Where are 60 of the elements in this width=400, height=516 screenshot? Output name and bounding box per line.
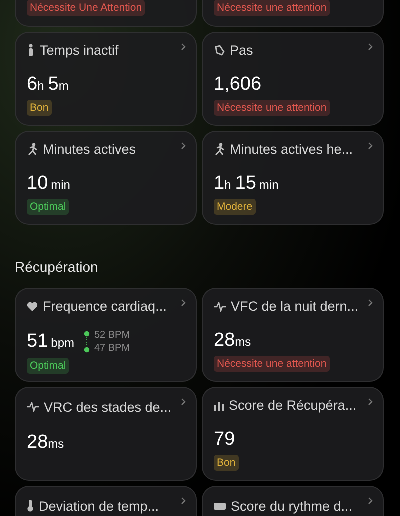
status-badge: Nécessite une attention: [214, 356, 330, 372]
metric-value: 10 min: [27, 173, 70, 195]
metric-card[interactable]: Minutes actives 10 min Optimal: [15, 131, 197, 225]
metric-card[interactable]: Temps inactif 6h 5m Bon: [15, 32, 197, 126]
heart-icon: [27, 302, 38, 312]
metric-card[interactable]: VRC des stades de... 28ms: [15, 387, 197, 481]
metric-title: Frequence cardiaq...: [43, 299, 167, 314]
metric-card[interactable]: Score de Récupéra... 79 Bon: [202, 387, 384, 481]
metric-title: Minutes actives: [43, 142, 136, 157]
metric-card[interactable]: Pas 1,606 Nécessite une attention: [202, 32, 384, 126]
metric-title: Score de Récupéra...: [229, 398, 357, 413]
status-badge: Bon: [27, 100, 52, 116]
metric-value: 79: [214, 429, 236, 451]
metric-card[interactable]: Nécessite Une Attention: [15, 0, 197, 27]
metric-value: 28ms: [214, 330, 252, 352]
pulse-icon: [27, 402, 39, 412]
range-dots-icon: [84, 331, 90, 353]
chevron-icon: [181, 299, 186, 307]
metric-card[interactable]: Frequence cardiaq... 51 bpm 52 BPM 47 BPM Optimal: [15, 288, 197, 382]
range-value: 52 BPM: [94, 330, 130, 341]
thermometer-icon: [27, 500, 34, 512]
metric-card[interactable]: Minutes actives he... 1h 15 min Modere: [202, 131, 384, 225]
chevron-icon: [368, 43, 373, 51]
metric-title: Minutes actives he...: [230, 142, 354, 157]
chevron-icon: [181, 43, 186, 51]
running-figure-icon: [214, 143, 225, 156]
metric-card[interactable]: Score du rythme d...: [202, 486, 384, 516]
status-badge: Optimal: [27, 199, 70, 215]
metric-card[interactable]: Deviation de temp...: [15, 486, 197, 516]
chevron-icon: [368, 142, 373, 150]
status-badge: Optimal: [27, 358, 70, 374]
chevron-icon: [368, 497, 373, 505]
metric-title: VFC de la nuit dern...: [231, 299, 359, 314]
running-figure-icon: [27, 143, 38, 156]
metric-card[interactable]: Nécessite une attention: [202, 0, 384, 27]
metric-value: 28ms: [27, 432, 64, 454]
metric-value: 1,606: [214, 74, 262, 96]
metric-value: 51 bpm: [27, 331, 74, 353]
range-value: 47 BPM: [94, 343, 130, 354]
metric-title: Score du rythme d...: [231, 498, 353, 514]
chevron-icon: [368, 398, 373, 406]
metric-title: Pas: [230, 43, 254, 58]
status-badge: Nécessite une attention: [214, 100, 330, 116]
bar-chart-icon: [214, 400, 224, 410]
metric-title: VRC des stades de...: [44, 400, 172, 414]
chevron-icon: [368, 299, 373, 307]
metric-title: Deviation de temp...: [39, 498, 160, 514]
chevron-icon: [181, 398, 186, 406]
status-badge: Bon: [214, 455, 239, 471]
status-badge: Nécessite une attention: [214, 0, 330, 16]
metric-value: 1h 15 min: [214, 173, 279, 195]
chevron-icon: [181, 497, 186, 505]
status-badge: Nécessite Une Attention: [27, 0, 146, 16]
metric-value: 6h 5m: [27, 74, 69, 96]
status-badge: Modere: [214, 199, 256, 215]
metric-card[interactable]: VFC de la nuit dern... 28ms Nécessite une attention: [202, 288, 384, 382]
pulse-icon: [214, 302, 226, 312]
metric-title: Temps inactif: [40, 43, 119, 58]
chevron-icon: [181, 142, 186, 150]
section-title: Récupération: [15, 259, 100, 275]
